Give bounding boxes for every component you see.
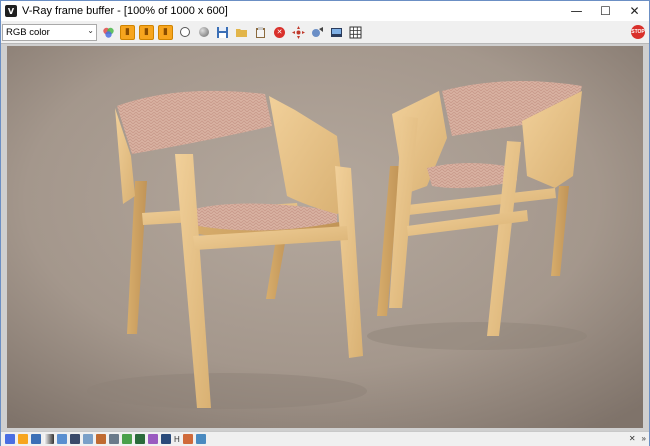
track-mouse-icon[interactable] bbox=[291, 25, 306, 40]
histogram-icon[interactable] bbox=[70, 434, 80, 444]
h-label: H bbox=[174, 434, 180, 444]
blue-mode-icon[interactable] bbox=[31, 434, 41, 444]
orange-mode-icon[interactable] bbox=[18, 434, 28, 444]
image-info-icon[interactable] bbox=[57, 434, 67, 444]
vray-frame-buffer-window: V V-Ray frame buffer - [100% of 1000 x 6… bbox=[0, 0, 650, 446]
channel-select[interactable]: RGB color ⌄ bbox=[2, 23, 97, 41]
settings-icon[interactable] bbox=[109, 434, 119, 444]
rendered-image bbox=[7, 46, 643, 428]
grey-dot-icon[interactable] bbox=[196, 25, 211, 40]
rgb-display-icon[interactable] bbox=[5, 434, 15, 444]
levels-icon[interactable] bbox=[83, 434, 93, 444]
lut-icon[interactable] bbox=[122, 434, 132, 444]
exposure-icon[interactable] bbox=[135, 434, 145, 444]
region-render-icon[interactable] bbox=[310, 25, 325, 40]
window-controls: — ☐ ✕ bbox=[562, 1, 649, 21]
render-viewport[interactable] bbox=[1, 43, 649, 431]
fx-icon[interactable] bbox=[182, 434, 193, 444]
close-panel-icon[interactable]: ✕ bbox=[629, 434, 636, 443]
lens-icon[interactable] bbox=[161, 434, 171, 444]
grid-icon[interactable] bbox=[348, 25, 363, 40]
stop-render-button[interactable]: STOP bbox=[631, 25, 645, 39]
expand-icon[interactable]: » bbox=[642, 434, 646, 443]
maximize-button[interactable]: ☐ bbox=[591, 1, 620, 21]
chairs-render-svg bbox=[7, 46, 643, 428]
load-icon[interactable] bbox=[234, 25, 249, 40]
statusbar-right: ✕ » bbox=[629, 434, 646, 443]
save-icon[interactable] bbox=[215, 25, 230, 40]
titlebar[interactable]: V V-Ray frame buffer - [100% of 1000 x 6… bbox=[1, 1, 649, 21]
minimize-button[interactable]: — bbox=[562, 1, 591, 21]
chevron-down-icon: ⌄ bbox=[87, 25, 94, 35]
white-dot-icon[interactable] bbox=[177, 25, 192, 40]
color-channels-icon[interactable] bbox=[101, 25, 116, 40]
filter-icon[interactable] bbox=[148, 434, 158, 444]
close-button[interactable]: ✕ bbox=[620, 1, 649, 21]
green-channel-icon[interactable]: ▮ bbox=[139, 24, 154, 40]
gradient-icon[interactable] bbox=[44, 434, 54, 444]
blue-channel-icon[interactable]: ▮ bbox=[158, 24, 173, 40]
curve-icon[interactable] bbox=[96, 434, 106, 444]
clipboard-icon[interactable] bbox=[253, 25, 268, 40]
channel-select-value: RGB color bbox=[6, 26, 50, 38]
red-channel-icon[interactable]: ▮ bbox=[120, 24, 135, 40]
display-icon[interactable] bbox=[329, 25, 344, 40]
clear-icon[interactable]: ✕ bbox=[272, 25, 287, 40]
vray-app-icon: V bbox=[5, 5, 17, 17]
toolbar: RGB color ⌄ ▮ ▮ ▮ ✕ STOP bbox=[1, 22, 649, 42]
window-title: V-Ray frame buffer - [100% of 1000 x 600… bbox=[22, 5, 228, 17]
channel-icon[interactable] bbox=[195, 434, 206, 444]
statusbar: H ✕ » bbox=[1, 431, 649, 446]
